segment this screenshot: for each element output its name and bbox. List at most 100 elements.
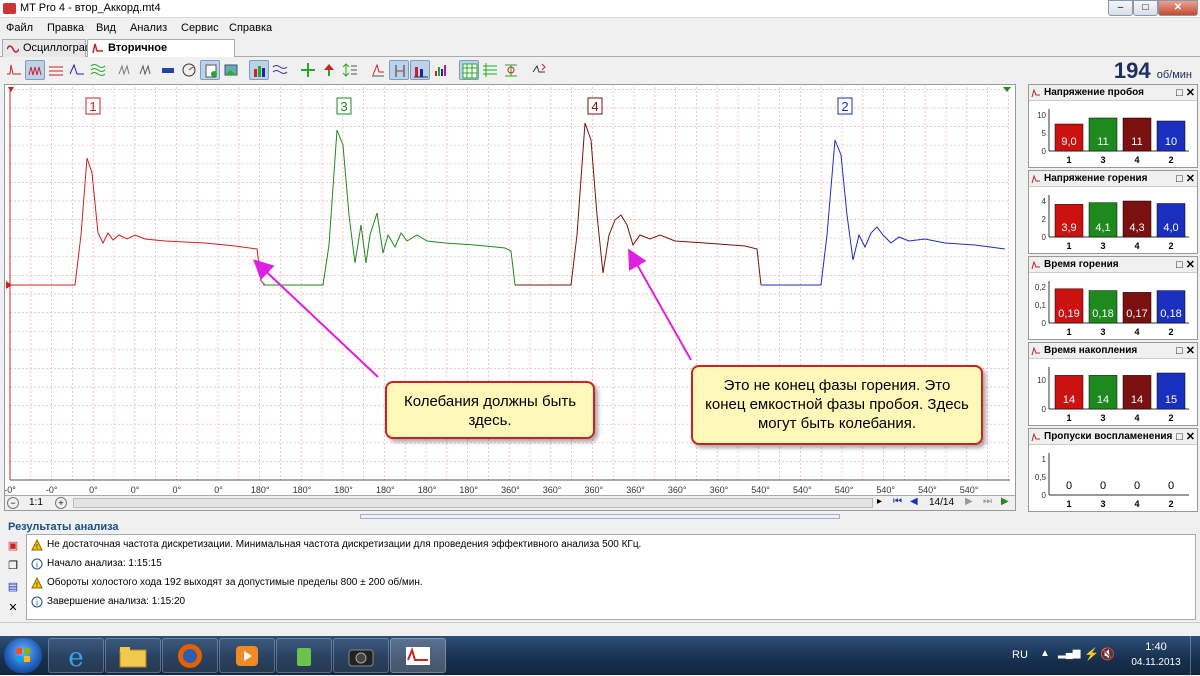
- menu-edit[interactable]: Правка: [47, 22, 84, 34]
- result-row: i Начало анализа: 1:15:15: [31, 555, 162, 573]
- menu-service[interactable]: Сервис: [181, 22, 219, 34]
- tab-secondary-voltage[interactable]: Вторичное напряжение: [87, 39, 235, 66]
- tray-expand-icon[interactable]: ▲: [1040, 648, 1050, 659]
- taskbar-firefox[interactable]: [162, 638, 218, 673]
- x-tick-label: -0°: [5, 485, 16, 495]
- save-icon[interactable]: ▤: [6, 580, 20, 594]
- taskbar: e RU ▲ ▂▄▆ ⚡ 🔇 1:40 04.11.2013: [0, 636, 1200, 675]
- taskbar-media[interactable]: [219, 638, 275, 673]
- panel-controls[interactable]: □ ✕: [1174, 257, 1195, 272]
- oscillogram-chart[interactable]: -0° -0° 0° 0° 0° 0° 180° 180° 180° 180° 180° 180° 36…: [5, 85, 1015, 510]
- camera-icon: [348, 649, 374, 667]
- tb-scale-icon[interactable]: [340, 60, 360, 80]
- taskbar-mtpro[interactable]: [390, 638, 446, 673]
- x-tick-label: 360°: [710, 485, 729, 495]
- tb-image-icon[interactable]: [221, 60, 241, 80]
- x-tick-label: 180°: [418, 485, 437, 495]
- tb-grid3-icon[interactable]: [501, 60, 521, 80]
- oscillogram-panel[interactable]: -0° -0° 0° 0° 0° 0° 180° 180° 180° 180° 180° 180° 36…: [4, 84, 1016, 511]
- results-splitter[interactable]: [0, 512, 1200, 521]
- panel-2: Время горения □ ✕ 0,2 0,1 0 0,19 1 0,18 3 0,17 4 0,…: [1028, 256, 1198, 340]
- next-page-icon[interactable]: ▶: [965, 496, 973, 507]
- tb-cursor-icon[interactable]: [368, 60, 388, 80]
- prev-page-icon[interactable]: ◀: [910, 496, 918, 507]
- tb-expand-icon[interactable]: [298, 60, 318, 80]
- tb-grid-icon[interactable]: [459, 60, 479, 80]
- splitter[interactable]: [1018, 84, 1026, 511]
- play-icon[interactable]: ▶: [1001, 496, 1009, 507]
- panel-controls[interactable]: □ ✕: [1174, 343, 1195, 358]
- panel-controls[interactable]: □ ✕: [1174, 85, 1195, 100]
- waveform-cyl2: [761, 139, 1006, 286]
- menu-file[interactable]: Файл: [6, 22, 33, 34]
- tb-multi-wave-icon[interactable]: [88, 60, 108, 80]
- tb-waveform-icon[interactable]: [4, 60, 24, 80]
- panel-y-tick: 0: [1042, 147, 1047, 156]
- network-icon[interactable]: ▂▄▆: [1058, 648, 1080, 659]
- copy-icon[interactable]: ❐: [6, 559, 20, 573]
- tb-peaks-icon[interactable]: [116, 60, 136, 80]
- language-indicator[interactable]: RU: [1012, 649, 1028, 661]
- last-page-icon[interactable]: ⏭: [983, 496, 992, 507]
- tb-shift-up-icon[interactable]: [319, 60, 339, 80]
- tb-sync-icon[interactable]: [529, 60, 549, 80]
- clear-icon[interactable]: ✕: [6, 601, 20, 615]
- panel-controls[interactable]: □ ✕: [1174, 429, 1195, 444]
- menu-view[interactable]: Вид: [96, 22, 116, 34]
- tb-parade-icon[interactable]: [25, 60, 45, 80]
- tb-histogram-icon[interactable]: [249, 60, 269, 80]
- minimize-button[interactable]: –: [1108, 0, 1133, 16]
- tb-peaks2-icon[interactable]: [137, 60, 157, 80]
- clock-time: 1:40: [1145, 641, 1167, 653]
- taskbar-explorer[interactable]: [105, 638, 161, 673]
- waveform-cyl1: [10, 157, 266, 286]
- panel-controls[interactable]: □ ✕: [1174, 171, 1195, 186]
- rpm-display: 194 об/мин: [1114, 58, 1192, 84]
- tb-stats-icon[interactable]: [431, 60, 451, 80]
- show-desktop-button[interactable]: [1190, 636, 1200, 675]
- page-indicator: 14/14: [929, 497, 955, 508]
- panel-bar-label: 0: [1066, 480, 1072, 492]
- toolbar: [0, 57, 1200, 83]
- volume-icon[interactable]: 🔇: [1100, 647, 1115, 661]
- x-tick-label: 360°: [501, 485, 520, 495]
- menu-help[interactable]: Справка: [229, 22, 272, 34]
- panel-chart-icon: [1031, 88, 1040, 98]
- zoom-out-icon[interactable]: −: [7, 497, 19, 509]
- panel-category-label: 4: [1134, 499, 1139, 509]
- panel-bar-label: 0,17: [1126, 308, 1147, 320]
- scroll-right-icon[interactable]: ▸: [877, 496, 882, 507]
- maximize-button[interactable]: □: [1133, 0, 1158, 16]
- tb-waves-icon[interactable]: [270, 60, 290, 80]
- tb-report-icon[interactable]: [200, 60, 220, 80]
- top-right-marker: [1003, 87, 1011, 92]
- x-tick-label: 180°: [334, 485, 353, 495]
- tb-overlay-icon[interactable]: [67, 60, 87, 80]
- first-page-icon[interactable]: ⏮: [893, 496, 902, 507]
- export-icon[interactable]: ▣: [6, 539, 20, 553]
- horizontal-scrollbar[interactable]: [73, 498, 873, 508]
- zoom-in-icon[interactable]: +: [55, 497, 67, 509]
- panel-y-tick: 1: [1042, 455, 1047, 464]
- panel-bar-label: 11: [1131, 136, 1142, 148]
- tb-rpm-icon[interactable]: [179, 60, 199, 80]
- close-window-button[interactable]: ✕: [1158, 0, 1198, 16]
- tb-bars-icon[interactable]: [410, 60, 430, 80]
- tb-bar-icon[interactable]: [158, 60, 178, 80]
- taskbar-app[interactable]: [276, 638, 332, 673]
- panel-bar-label: 9,0: [1061, 136, 1076, 148]
- start-button[interactable]: [4, 638, 42, 673]
- panel-1: Напряжение горения □ ✕ 4 2 0 3,9 1 4,1 3 4,3 4 4,0 2: [1028, 170, 1198, 254]
- tab-oscilloscope[interactable]: Осциллограф: [2, 39, 94, 57]
- taskbar-camera[interactable]: [333, 638, 389, 673]
- tb-raster-icon[interactable]: [46, 60, 66, 80]
- tb-measure-icon[interactable]: [389, 60, 409, 80]
- menu-analysis[interactable]: Анализ: [130, 22, 167, 34]
- tb-grid2-icon[interactable]: [480, 60, 500, 80]
- taskbar-ie[interactable]: e: [48, 638, 104, 673]
- panel-bar-label: 0,19: [1058, 308, 1079, 320]
- panel-category-label: 3: [1100, 155, 1105, 165]
- power-icon[interactable]: ⚡: [1084, 647, 1099, 661]
- clock-date: 04.11.2013: [1131, 657, 1181, 668]
- rpm-value: 194: [1113, 58, 1151, 83]
